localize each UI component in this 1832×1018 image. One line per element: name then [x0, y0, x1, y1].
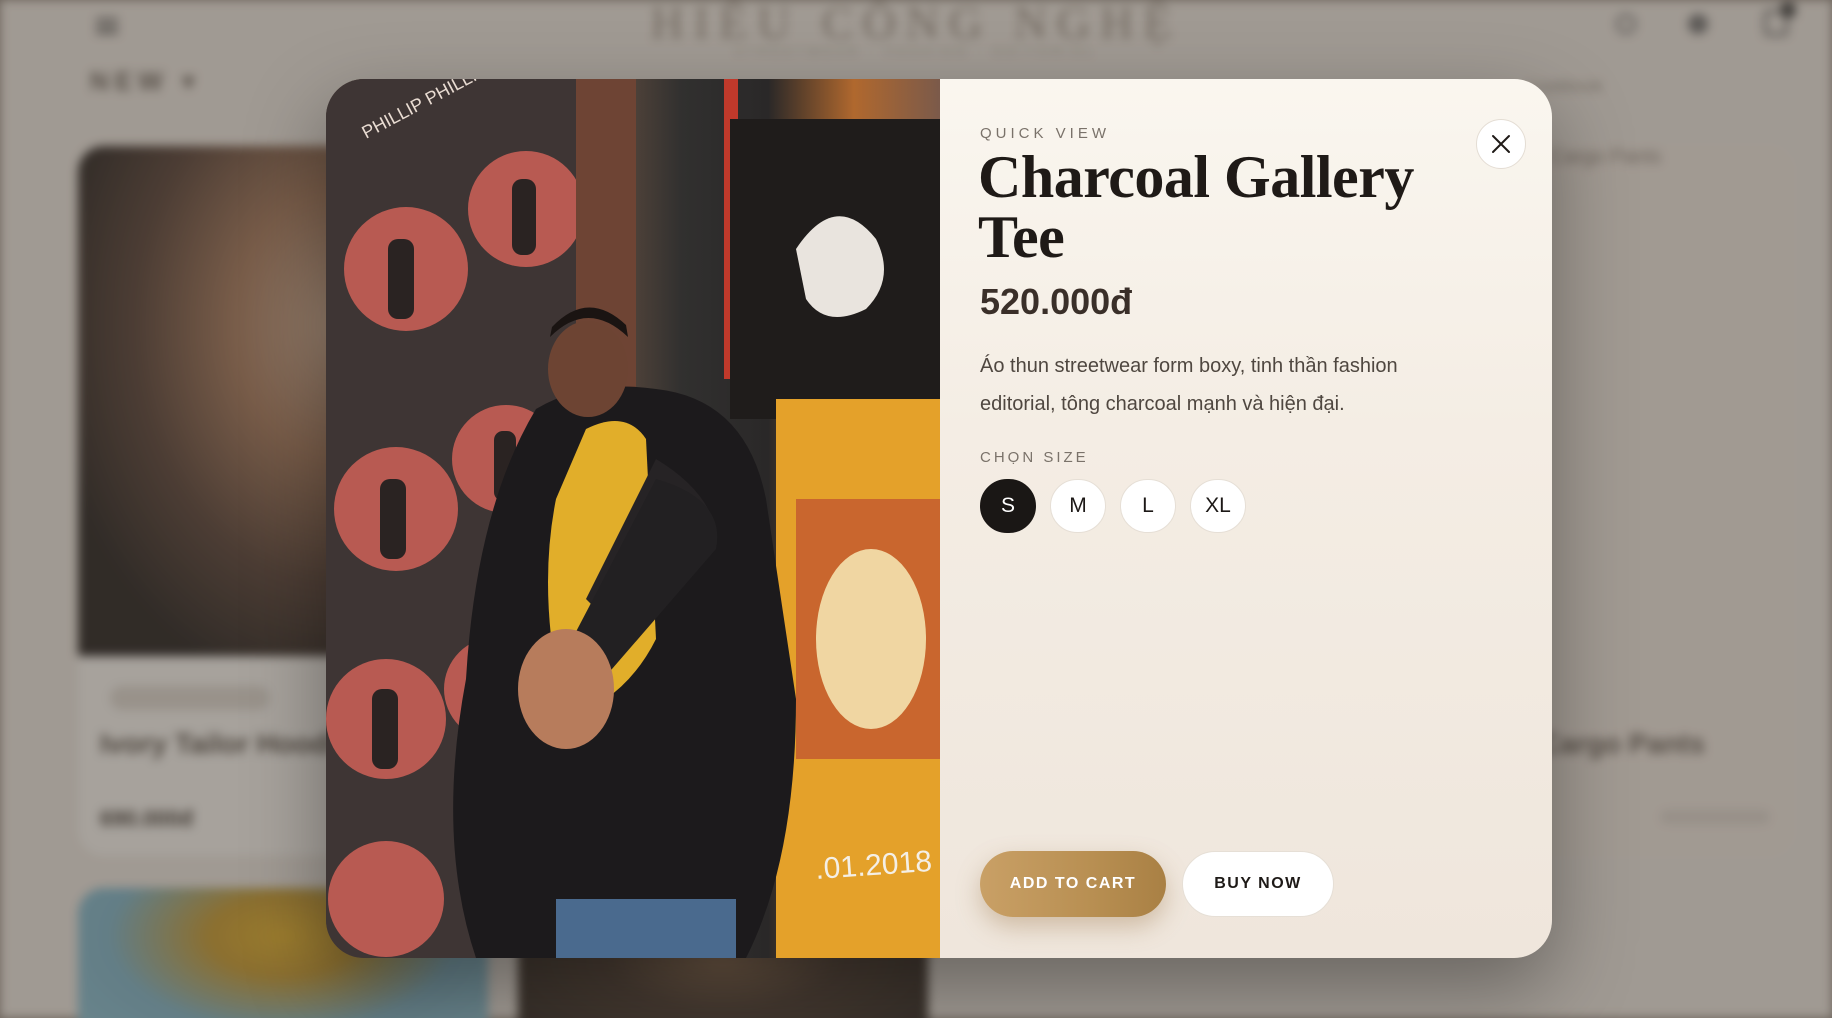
product-photo-illustration: PHILLIP PHILLIPS .01.2018 — [326, 79, 940, 958]
product-description: Áo thun streetwear form boxy, tinh thần … — [980, 355, 1398, 415]
size-option-xl[interactable]: XL — [1190, 479, 1246, 533]
action-buttons: ADD TO CART BUY NOW — [980, 851, 1334, 917]
quick-view-modal: PHILLIP PHILLIPS .01.2018 — [326, 79, 1552, 958]
size-option-s[interactable]: S — [980, 479, 1036, 533]
quick-view-eyebrow: QUICK VIEW — [980, 125, 1111, 142]
size-option-l[interactable]: L — [1120, 479, 1176, 533]
product-image: PHILLIP PHILLIPS .01.2018 — [326, 79, 940, 958]
size-label: CHỌN SIZE — [980, 449, 1089, 466]
product-title: Charcoal Gallery Tee — [978, 144, 1414, 270]
add-to-cart-button[interactable]: ADD TO CART — [980, 851, 1166, 917]
size-selector: S M L XL — [980, 479, 1246, 533]
close-icon — [1492, 135, 1510, 153]
size-option-m[interactable]: M — [1050, 479, 1106, 533]
buy-now-button[interactable]: BUY NOW — [1182, 851, 1334, 917]
quick-view-details: QUICK VIEW Charcoal Gallery Tee 520.000đ… — [940, 79, 1552, 958]
close-button[interactable] — [1476, 119, 1526, 169]
product-price: 520.000đ — [980, 281, 1133, 322]
